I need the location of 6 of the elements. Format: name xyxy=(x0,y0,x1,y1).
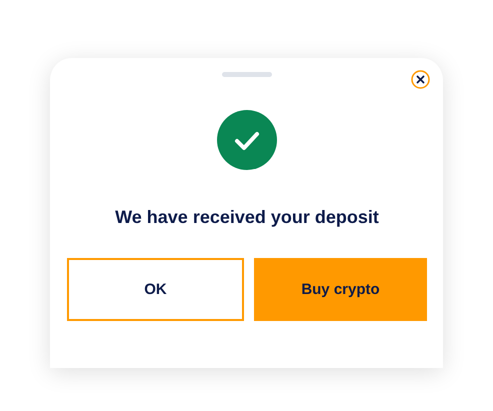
drag-handle[interactable] xyxy=(222,72,272,77)
checkmark-icon xyxy=(217,110,277,170)
close-icon[interactable] xyxy=(411,70,430,89)
dialog-title: We have received your deposit xyxy=(115,207,379,228)
ok-button[interactable]: OK xyxy=(67,258,244,321)
buy-crypto-button[interactable]: Buy crypto xyxy=(254,258,427,321)
